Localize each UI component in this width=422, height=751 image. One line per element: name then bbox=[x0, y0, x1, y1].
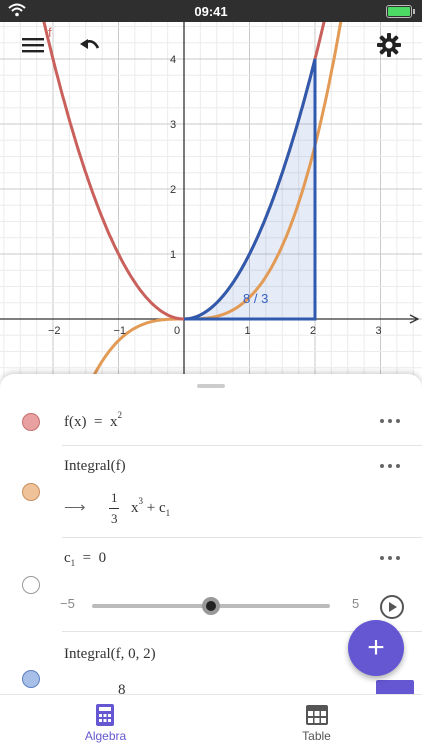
keyboard-toggle[interactable] bbox=[376, 680, 414, 694]
menu-button[interactable] bbox=[16, 28, 50, 62]
visibility-toggle-f[interactable] bbox=[22, 413, 40, 431]
visibility-toggle-c1[interactable] bbox=[22, 576, 40, 594]
definite-integral-result: 8 bbox=[118, 682, 126, 694]
status-time: 09:41 bbox=[194, 4, 228, 19]
y-tick-label: 3 bbox=[170, 119, 176, 131]
undo-icon bbox=[80, 39, 100, 49]
hamburger-menu-icon bbox=[22, 38, 44, 53]
gear-icon bbox=[377, 33, 401, 57]
visibility-toggle-definite-integral[interactable] bbox=[22, 670, 40, 688]
settings-button[interactable] bbox=[372, 28, 406, 62]
play-icon bbox=[389, 602, 397, 612]
undo-button[interactable] bbox=[73, 28, 107, 62]
x-tick-label: −1 bbox=[114, 325, 127, 337]
more-options-icon[interactable] bbox=[380, 419, 400, 425]
calculator-icon bbox=[96, 704, 114, 726]
tab-algebra[interactable]: Algebra bbox=[0, 695, 211, 751]
grid bbox=[0, 22, 422, 377]
x-tick-label: 0 bbox=[174, 325, 180, 337]
c1-slider-knob[interactable] bbox=[202, 597, 220, 615]
slider-expression[interactable]: c1 = 0 bbox=[64, 550, 106, 568]
algebra-item-f[interactable]: f(x) = x2 bbox=[0, 396, 422, 446]
y-tick-label: 2 bbox=[170, 184, 176, 196]
battery-icon bbox=[386, 5, 415, 18]
slider-max: 5 bbox=[352, 596, 360, 611]
bottom-tab-bar: Algebra Table bbox=[0, 694, 422, 751]
more-options-icon[interactable] bbox=[380, 556, 400, 562]
x-tick-label: −2 bbox=[48, 325, 61, 337]
more-options-icon[interactable] bbox=[380, 464, 400, 470]
graphics-view[interactable]: −2 −1 0 1 2 3 1 2 3 4 f 8 / 3 bbox=[0, 22, 422, 377]
tab-table-label: Table bbox=[302, 729, 331, 743]
integral-definition[interactable]: Integral(f) bbox=[64, 458, 126, 475]
algebra-item-c1[interactable]: c1 = 0 −5 5 bbox=[0, 538, 422, 632]
visibility-toggle-integral[interactable] bbox=[22, 483, 40, 501]
algebra-item-integral[interactable]: Integral(f) ⟶ 13 x3 + c1 bbox=[0, 446, 422, 538]
definite-integral-definition[interactable]: Integral(f, 0, 2) bbox=[64, 646, 156, 663]
expression-f[interactable]: f(x) = x2 bbox=[64, 410, 122, 431]
y-tick-label: 1 bbox=[170, 249, 176, 261]
y-tick-label: 4 bbox=[170, 54, 176, 66]
integral-result: ⟶ 13 x3 + c1 bbox=[64, 490, 171, 526]
panel-drag-handle[interactable] bbox=[197, 384, 225, 388]
graph-canvas[interactable]: −2 −1 0 1 2 31234 f 8 / 3 bbox=[0, 22, 422, 377]
x-tick-label: 2 bbox=[310, 325, 316, 337]
table-icon bbox=[306, 705, 328, 725]
x-tick-label: 1 bbox=[245, 325, 251, 337]
area-value-label: 8 / 3 bbox=[243, 291, 268, 306]
tab-algebra-label: Algebra bbox=[84, 729, 127, 743]
plus-icon: + bbox=[367, 631, 385, 664]
tab-table[interactable]: Table bbox=[211, 695, 422, 751]
play-animation-button[interactable] bbox=[380, 595, 404, 619]
slider-min: −5 bbox=[60, 596, 75, 611]
add-input-button[interactable]: + bbox=[348, 620, 404, 676]
x-tick-label: 3 bbox=[376, 325, 382, 337]
status-bar: 09:41 bbox=[0, 0, 422, 22]
